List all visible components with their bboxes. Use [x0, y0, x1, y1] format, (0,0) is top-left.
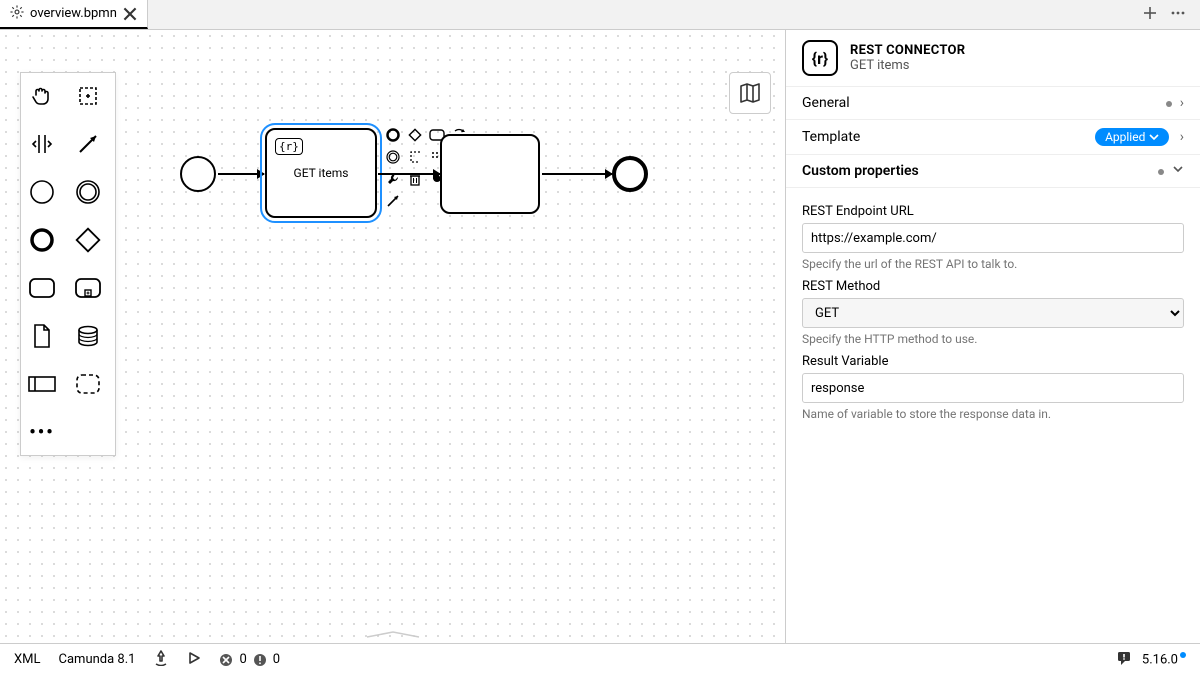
chevron-right-icon: ›: [1180, 95, 1184, 111]
method-hint: Specify the HTTP method to use.: [802, 332, 1184, 346]
end-event[interactable]: [612, 156, 648, 192]
chevron-right-icon: ›: [1180, 129, 1184, 145]
task-label: GET items: [294, 166, 349, 180]
sequence-flow[interactable]: [378, 173, 440, 175]
tab-bar: overview.bpmn: [0, 0, 1200, 30]
connector-icon: {r}: [802, 40, 838, 76]
start-event[interactable]: [180, 156, 216, 192]
task-get-items[interactable]: {r} GET items: [265, 128, 377, 218]
deploy-icon[interactable]: [153, 650, 169, 670]
panel-element-name: GET items: [850, 58, 965, 73]
problems-summary[interactable]: 0 0: [219, 652, 280, 667]
panel-header: {r} REST CONNECTOR GET items: [786, 30, 1200, 87]
connector-marker-icon: {r}: [275, 138, 303, 155]
warning-icon: [253, 653, 267, 667]
version-label[interactable]: 5.16.0: [1142, 652, 1186, 667]
close-icon[interactable]: [123, 7, 137, 21]
method-select[interactable]: GETPOSTPUTPATCHDELETE: [802, 298, 1184, 328]
panel-resize-handle[interactable]: [363, 629, 423, 641]
method-label: REST Method: [802, 279, 1184, 294]
chevron-down-icon: [1149, 132, 1159, 142]
section-template[interactable]: Template Applied ›: [786, 120, 1200, 155]
text-annotation-icon[interactable]: [406, 148, 424, 166]
tab-label: overview.bpmn: [30, 6, 117, 21]
new-tab-icon[interactable]: [1142, 5, 1158, 25]
tabbar-actions: [1128, 0, 1200, 29]
sequence-flow[interactable]: [218, 173, 264, 175]
append-gateway-icon[interactable]: [406, 126, 424, 144]
feedback-icon[interactable]: [1116, 650, 1132, 670]
url-input[interactable]: [802, 223, 1184, 253]
connect-icon[interactable]: [384, 192, 402, 210]
result-label: Result Variable: [802, 354, 1184, 369]
gear-icon: [10, 5, 24, 23]
sequence-flow[interactable]: [542, 173, 612, 175]
engine-label[interactable]: Camunda 8.1: [59, 652, 136, 667]
append-intermediate-event-icon[interactable]: [384, 148, 402, 166]
bpmn-canvas[interactable]: ••• {r} GET items: [0, 30, 785, 643]
properties-panel: {r} REST CONNECTOR GET items General › T…: [785, 30, 1200, 643]
section-custom-properties[interactable]: Custom properties: [786, 155, 1200, 188]
update-dot-icon: [1180, 652, 1186, 658]
append-end-event-icon[interactable]: [384, 126, 402, 144]
result-input[interactable]: [802, 373, 1184, 403]
result-hint: Name of variable to store the response d…: [802, 407, 1184, 421]
url-label: REST Endpoint URL: [802, 204, 1184, 219]
template-applied-badge[interactable]: Applied: [1095, 128, 1169, 146]
url-hint: Specify the url of the REST API to talk …: [802, 257, 1184, 271]
xml-toggle[interactable]: XML: [14, 652, 41, 667]
panel-type-label: REST CONNECTOR: [850, 43, 965, 58]
section-general[interactable]: General ›: [786, 87, 1200, 120]
error-icon: [219, 653, 233, 667]
more-icon[interactable]: [1170, 5, 1186, 25]
run-icon[interactable]: [187, 651, 201, 669]
tab-overview-bpmn[interactable]: overview.bpmn: [0, 0, 148, 29]
chevron-down-icon: [1172, 163, 1184, 175]
task-empty[interactable]: [440, 134, 540, 214]
status-bar: XML Camunda 8.1 0 0 5.16.0: [0, 643, 1200, 675]
